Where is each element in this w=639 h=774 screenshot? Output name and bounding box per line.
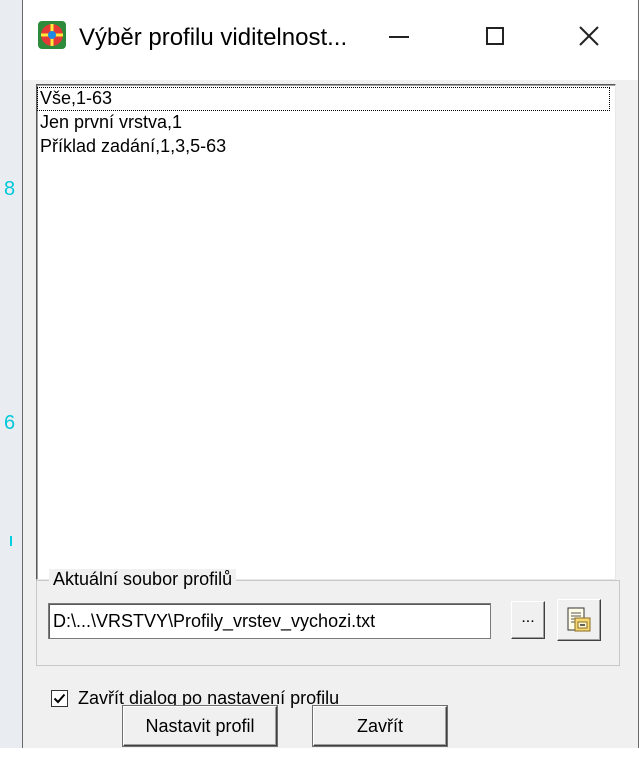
load-profile-file-button[interactable]	[557, 599, 601, 641]
close-after-set-checkbox[interactable]	[51, 689, 68, 707]
profile-list-item[interactable]: Jen první vrstva,1	[37, 111, 615, 135]
close-icon	[579, 26, 599, 46]
current-file-group: Aktuální soubor profilů D:\...\VRSTVY\Pr…	[36, 569, 620, 666]
background-canvas-mark: 6	[4, 412, 16, 434]
background-canvas-mark: 8	[4, 178, 16, 200]
minimize-button[interactable]	[373, 14, 425, 58]
background-canvas-bottom	[0, 748, 639, 774]
window-title: Výběr profilu viditelnost...	[79, 24, 348, 51]
profile-list-item[interactable]: Příklad zadání,1,3,5-63	[37, 135, 615, 159]
background-canvas	[0, 0, 22, 774]
close-button[interactable]: Zavřít	[313, 706, 447, 746]
title-bar[interactable]: Výběr profilu viditelnost...	[23, 0, 638, 80]
profile-list[interactable]: Vše,1-63 Jen první vrstva,1 Příklad zadá…	[36, 84, 616, 580]
maximize-button[interactable]	[469, 14, 521, 58]
profile-file-path-field[interactable]: D:\...\VRSTVY\Profily_vrstev_vychozi.txt	[48, 603, 491, 639]
maximize-icon	[486, 27, 504, 45]
profile-list-item[interactable]: Vše,1-63	[37, 87, 610, 111]
background-canvas-line	[10, 536, 12, 546]
current-file-group-label: Aktuální soubor profilů	[49, 569, 237, 590]
minimize-icon	[389, 36, 409, 38]
checkmark-icon	[53, 693, 66, 703]
load-file-icon	[567, 607, 591, 632]
profile-dialog: Výběr profilu viditelnost... Vše,1-63 Je…	[22, 0, 639, 752]
close-window-button[interactable]	[563, 14, 615, 58]
browse-file-button[interactable]: ...	[511, 601, 545, 639]
app-icon	[37, 20, 67, 50]
set-profile-button[interactable]: Nastavit profil	[123, 706, 277, 746]
